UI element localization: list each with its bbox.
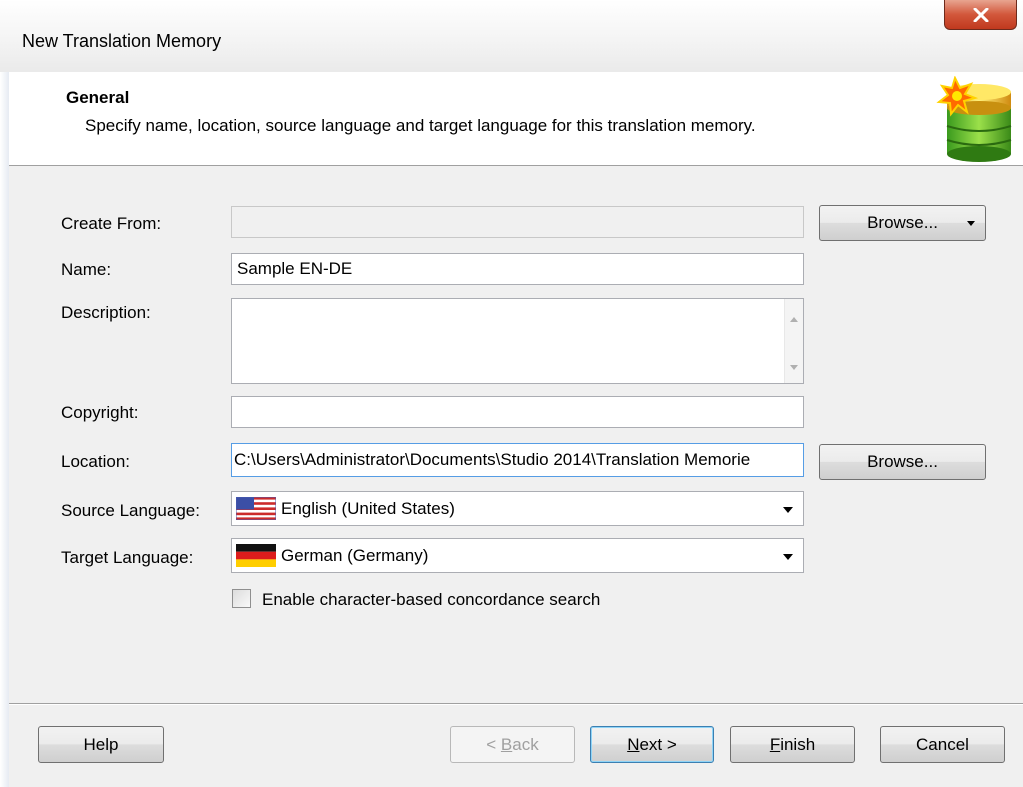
- scroll-down-icon[interactable]: [785, 357, 803, 377]
- cancel-button[interactable]: Cancel: [880, 726, 1005, 763]
- window-title: New Translation Memory: [22, 31, 222, 51]
- source-language-label: Source Language:: [61, 501, 200, 520]
- description-label: Description:: [61, 303, 151, 322]
- help-button[interactable]: Help: [38, 726, 164, 763]
- target-language-label: Target Language:: [61, 548, 194, 567]
- target-dropdown-arrow-icon[interactable]: [783, 554, 793, 560]
- close-icon: [973, 7, 988, 22]
- target-language-select[interactable]: German (Germany): [231, 538, 804, 573]
- finish-label: Finish: [769, 734, 816, 754]
- location-browse-label: Browse...: [867, 452, 938, 471]
- location-label: Location:: [61, 452, 130, 471]
- name-input[interactable]: Sample EN-DE: [231, 253, 804, 285]
- create-from-label: Create From:: [61, 214, 162, 233]
- source-language-select[interactable]: English (United States): [231, 491, 804, 526]
- footer-divider-highlight: [9, 704, 1023, 705]
- help-label: Help: [83, 734, 119, 754]
- target-language-value: German (Germany): [281, 545, 429, 565]
- window-frame: [0, 72, 9, 787]
- scroll-up-icon[interactable]: [785, 309, 803, 329]
- description-input[interactable]: [231, 298, 804, 384]
- page-title: General: [66, 88, 130, 107]
- location-browse-button[interactable]: Browse...: [819, 444, 986, 480]
- cancel-label: Cancel: [916, 734, 969, 754]
- source-language-value: English (United States): [281, 498, 455, 518]
- dropdown-arrow-icon: [967, 221, 975, 226]
- create-from-browse-label: Browse...: [867, 213, 938, 232]
- copyright-label: Copyright:: [61, 403, 139, 422]
- location-input[interactable]: C:\Users\Administrator\Documents\Studio …: [231, 443, 804, 477]
- next-label: Next >: [627, 734, 677, 754]
- de-flag-icon: [236, 544, 276, 567]
- concordance-label[interactable]: Enable character-based concordance searc…: [262, 590, 600, 610]
- source-dropdown-arrow-icon[interactable]: [783, 507, 793, 513]
- description-value: [232, 299, 242, 307]
- next-button[interactable]: Next >: [590, 726, 714, 763]
- finish-button[interactable]: Finish: [730, 726, 855, 763]
- back-button[interactable]: < Back: [450, 726, 575, 763]
- database-icon: [936, 76, 1012, 162]
- close-button[interactable]: [944, 0, 1017, 30]
- page-description: Specify name, location, source language …: [85, 116, 756, 135]
- copyright-input[interactable]: [231, 396, 804, 428]
- us-flag-icon: [236, 497, 276, 520]
- client-area: [9, 72, 1023, 787]
- back-label: < Back: [486, 734, 539, 754]
- concordance-checkbox[interactable]: [232, 589, 251, 608]
- create-from-field: [231, 206, 804, 238]
- title-bar: New Translation Memory: [0, 0, 1023, 72]
- name-label: Name:: [61, 260, 112, 279]
- create-from-browse-button[interactable]: Browse...: [819, 205, 986, 241]
- description-scrollbar[interactable]: [784, 299, 803, 383]
- wizard-header: General Specify name, location, source l…: [9, 72, 1023, 166]
- dialog-window: New Translation Memory General Specify n…: [0, 0, 1023, 787]
